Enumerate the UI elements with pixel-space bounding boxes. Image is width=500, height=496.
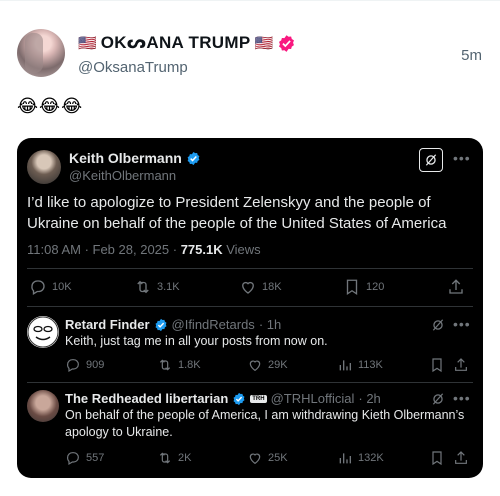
reply-button[interactable]: 909 [65, 357, 104, 373]
bookmark-icon [432, 451, 442, 466]
like-button[interactable]: 18K [239, 278, 282, 296]
author-display-name[interactable]: OKᔕANA TRUMP [101, 33, 251, 53]
heart-icon [249, 453, 261, 465]
quote-views-count: 775.1K [180, 242, 223, 257]
post-time[interactable]: 5m [461, 47, 482, 64]
share-icon [455, 358, 467, 371]
reply-text: Keith, just tag me in all your posts fro… [65, 334, 328, 348]
verified-badge-icon [233, 392, 245, 405]
post-text: 😂😂😂 [17, 96, 84, 116]
share-icon [455, 451, 467, 464]
reply-time[interactable]: · 2h [358, 391, 380, 406]
repost-icon [159, 359, 171, 371]
quoted-thread-card[interactable]: Keith Olbermann @KeithOlbermann ••• I’d … [17, 138, 483, 478]
bookmark-icon [432, 358, 442, 373]
us-flag-icon: 🇺🇸 [254, 34, 274, 52]
heart-icon [249, 360, 261, 372]
share-button[interactable] [453, 357, 469, 373]
divider [27, 382, 473, 383]
divider [27, 268, 473, 269]
quote-text: I’d like to apologize to President Zelen… [27, 194, 447, 232]
bookmark-icon [346, 279, 358, 296]
repost-icon [159, 452, 171, 464]
reply-time[interactable]: · 1h [259, 317, 281, 332]
quote-views-label: Views [222, 242, 261, 257]
bookmark-count: 120 [366, 281, 385, 293]
verified-badge-icon [187, 151, 200, 165]
repost-icon [137, 280, 149, 294]
bookmark-button[interactable]: 120 [343, 278, 384, 296]
meme-face-icon [27, 316, 59, 348]
like-count: 25K [268, 452, 288, 464]
views-button[interactable]: 132K [337, 450, 384, 466]
like-button[interactable]: 29K [247, 357, 288, 373]
bookmark-button[interactable] [429, 357, 445, 373]
heart-icon [242, 281, 254, 294]
quote-author-handle[interactable]: @KeithOlbermann [69, 168, 176, 183]
reply-icon [67, 452, 79, 466]
reply-author-handle[interactable]: @IfindRetards [172, 317, 255, 332]
repost-button[interactable]: 1.8K [157, 357, 201, 373]
views-button[interactable]: 113K [337, 357, 383, 373]
more-options-icon[interactable]: ••• [453, 150, 471, 166]
share-button[interactable] [453, 450, 469, 466]
reply-count: 557 [86, 452, 105, 464]
reply-author-name-row[interactable]: The Redheaded libertarian TRH @TRHLoffic… [65, 391, 381, 406]
reply-avatar[interactable] [27, 390, 59, 422]
reply-author-name-row[interactable]: Retard Finder @IfindRetards · 1h [65, 317, 281, 332]
views-count: 113K [358, 359, 383, 371]
reply-count: 10K [52, 281, 72, 293]
repost-count: 2K [178, 452, 192, 464]
author-name-row[interactable]: 🇺🇸 OKᔕANA TRUMP 🇺🇸 [78, 33, 296, 53]
quote-timestamp[interactable]: 11:08 AM · Feb 28, 2025 · [27, 242, 181, 257]
verified-badge-icon [279, 34, 295, 52]
more-options-icon[interactable]: ••• [453, 390, 471, 406]
like-button[interactable]: 25K [247, 450, 288, 466]
reply-author-name[interactable]: Retard Finder [65, 317, 150, 332]
quote-avatar[interactable] [27, 150, 61, 184]
affiliate-badge: TRH [250, 394, 267, 403]
repost-count: 1.8K [178, 359, 201, 371]
reply-author-name[interactable]: The Redheaded libertarian [65, 391, 228, 406]
reply-button[interactable]: 557 [65, 450, 104, 466]
reply-avatar[interactable] [27, 316, 59, 348]
grok-icon[interactable] [431, 392, 445, 406]
reply-icon [31, 280, 45, 295]
analytics-icon [339, 453, 351, 464]
reply-text: On behalf of the people of America, I am… [65, 408, 465, 439]
like-count: 18K [262, 281, 282, 293]
quote-author-name[interactable]: Keith Olbermann [69, 150, 182, 166]
us-flag-icon: 🇺🇸 [78, 34, 97, 52]
share-button[interactable] [447, 278, 465, 296]
top-divider [0, 0, 500, 1]
bookmark-button[interactable] [429, 450, 445, 466]
repost-button[interactable]: 2K [157, 450, 191, 466]
reply-author-handle[interactable]: @TRHLofficial [271, 391, 355, 406]
grok-icon [425, 154, 437, 166]
verified-badge-icon [155, 318, 166, 331]
grok-icon[interactable] [431, 318, 445, 332]
divider [27, 306, 473, 307]
quote-meta: 11:08 AM · Feb 28, 2025 · 775.1K Views [27, 242, 261, 257]
like-count: 29K [268, 359, 288, 371]
analytics-icon [339, 360, 351, 371]
grok-button[interactable] [419, 148, 443, 172]
views-count: 132K [358, 452, 384, 464]
author-handle[interactable]: @OksanaTrump [78, 59, 188, 76]
reply-count: 909 [86, 359, 105, 371]
reply-icon [67, 359, 79, 373]
repost-button[interactable]: 3.1K [134, 278, 180, 296]
avatar[interactable] [17, 29, 65, 77]
share-icon [449, 279, 463, 294]
quote-author-name-row[interactable]: Keith Olbermann [69, 150, 201, 166]
more-options-icon[interactable]: ••• [453, 316, 471, 332]
reply-button[interactable]: 10K [29, 278, 72, 296]
repost-count: 3.1K [157, 281, 180, 293]
